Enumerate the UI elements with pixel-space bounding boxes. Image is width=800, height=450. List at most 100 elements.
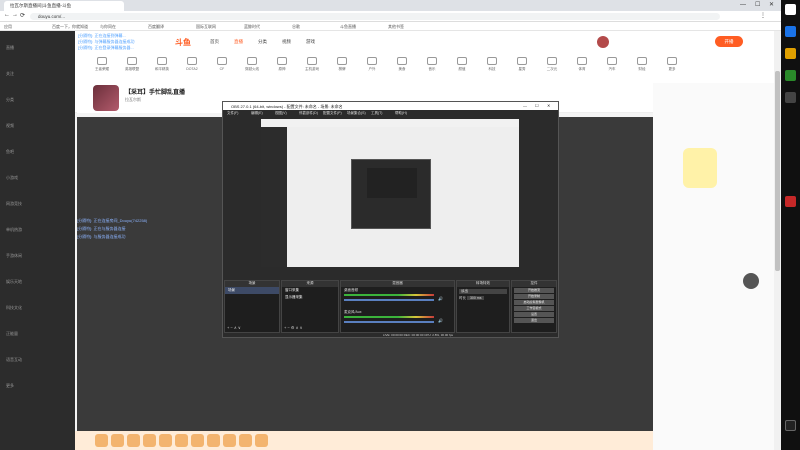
gift-icon[interactable] <box>255 434 268 447</box>
category-item[interactable]: 财经 <box>631 57 653 72</box>
gift-icon[interactable] <box>223 434 236 447</box>
app2-taskbar-icon[interactable] <box>785 196 796 207</box>
scene-item[interactable]: 场景 <box>225 287 279 294</box>
obs-menu-item[interactable]: 配置文件(P) <box>323 111 342 116</box>
volume-slider[interactable] <box>344 299 434 301</box>
sidebar-item[interactable]: 视频 <box>6 123 14 129</box>
sidebar-item[interactable]: 更多 <box>6 383 14 389</box>
bookmark-item[interactable]: 蓝鲸时代 <box>244 24 260 30</box>
reload-icon[interactable]: ⟳ <box>20 12 25 19</box>
obs-menu-item[interactable]: 场景集合(S) <box>347 111 366 116</box>
category-item[interactable]: 汽车 <box>601 57 623 72</box>
obs-control-button[interactable]: 设置 <box>514 312 554 317</box>
logo[interactable]: 斗鱼 <box>175 37 191 48</box>
gift-icon[interactable] <box>159 434 172 447</box>
app-taskbar-icon[interactable] <box>785 70 796 81</box>
gift-icon[interactable] <box>143 434 156 447</box>
streamer-avatar[interactable] <box>93 85 119 111</box>
bookmark-item[interactable]: 百度翻译 <box>148 24 164 30</box>
category-item[interactable]: 户外 <box>361 57 383 72</box>
bookmark-item[interactable]: 百度一下，你就知道 <box>52 24 88 30</box>
top-nav-item[interactable]: 直播 <box>234 39 243 45</box>
sidebar-item[interactable]: 关注 <box>6 71 14 77</box>
obs-menu-item[interactable]: 视图(V) <box>275 111 287 116</box>
gift-icon[interactable] <box>191 434 204 447</box>
browser-taskbar-icon[interactable] <box>785 26 796 37</box>
top-nav-item[interactable]: 视频 <box>282 39 291 45</box>
sidebar-item[interactable]: 直播 <box>6 45 14 51</box>
obs-control-button[interactable]: 开始推流 <box>514 288 554 293</box>
obs-control-button[interactable]: 开始录制 <box>514 294 554 299</box>
url-input[interactable]: douyu.com/... <box>30 13 720 20</box>
obs-minimize-icon[interactable]: — <box>523 103 527 108</box>
back-icon[interactable]: ← <box>4 12 10 18</box>
obs-control-button[interactable]: 工作室模式 <box>514 306 554 311</box>
bookmark-item[interactable]: 其他书签 <box>388 24 404 30</box>
category-item[interactable]: 二次元 <box>541 57 563 72</box>
category-item[interactable]: 穿越火线 <box>241 57 263 72</box>
bookmark-item[interactable]: 斗鱼直播 <box>340 24 356 30</box>
source-item[interactable]: 窗口采集 <box>282 287 338 294</box>
category-item[interactable]: 科技 <box>481 57 503 72</box>
close-icon[interactable]: ✕ <box>769 1 774 8</box>
category-item[interactable]: 更多 <box>661 57 683 72</box>
start-stream-button[interactable]: 开播 <box>715 36 743 47</box>
category-item[interactable]: 星秀 <box>511 57 533 72</box>
gift-icon[interactable] <box>175 434 188 447</box>
top-nav-item[interactable]: 分类 <box>258 39 267 45</box>
scroll-thumb[interactable] <box>775 71 780 271</box>
menu-icon[interactable]: ⋮ <box>760 12 766 19</box>
avatar[interactable] <box>597 36 609 48</box>
obs-menu-item[interactable]: 帮助(H) <box>395 111 407 116</box>
transition-select[interactable]: 淡出 <box>459 289 507 294</box>
obs-menu-item[interactable]: 停靠部件(D) <box>299 111 318 116</box>
chat-float-button[interactable] <box>743 273 759 289</box>
gift-icon[interactable] <box>111 434 124 447</box>
minimize-icon[interactable]: — <box>740 2 746 8</box>
maximize-icon[interactable]: ☐ <box>755 1 760 8</box>
obs-control-button[interactable]: 启动虚拟摄像机 <box>514 300 554 305</box>
folder-taskbar-icon[interactable] <box>785 48 796 59</box>
source-item[interactable]: 显示器采集 <box>282 294 338 301</box>
bookmark-item[interactable]: 谷歌 <box>292 24 300 30</box>
obs-maximize-icon[interactable]: ☐ <box>535 103 539 108</box>
speaker-icon[interactable]: 🔊 <box>438 318 443 323</box>
sidebar-item[interactable]: 分类 <box>6 97 14 103</box>
category-item[interactable]: 和平精英 <box>151 57 173 72</box>
gift-icon[interactable] <box>239 434 252 447</box>
sidebar-item[interactable]: 鱼吧 <box>6 149 14 155</box>
sidebar-item[interactable]: 小游戏 <box>6 175 18 181</box>
gift-icon[interactable] <box>95 434 108 447</box>
category-item[interactable]: 原神 <box>271 57 293 72</box>
category-item[interactable]: 音乐 <box>421 57 443 72</box>
gift-icon[interactable] <box>127 434 140 447</box>
speaker-icon[interactable]: 🔊 <box>438 296 443 301</box>
obs-taskbar-icon[interactable] <box>785 92 796 103</box>
category-item[interactable]: 颜值 <box>451 57 473 72</box>
top-nav-item[interactable]: 游戏 <box>306 39 315 45</box>
category-item[interactable]: 美食 <box>391 57 413 72</box>
category-item[interactable]: 王者荣耀 <box>91 57 113 72</box>
obs-control-button[interactable]: 退出 <box>514 318 554 323</box>
top-nav-item[interactable]: 首页 <box>210 39 219 45</box>
sources-add-remove[interactable]: + − ⚙ ∧ ∨ <box>284 325 303 330</box>
category-item[interactable]: 体育 <box>571 57 593 72</box>
obs-menu-item[interactable]: 编辑(E) <box>251 111 263 116</box>
notification-icon[interactable] <box>785 420 796 431</box>
sidebar-item[interactable]: 网游竞技 <box>6 201 22 207</box>
sidebar-item[interactable]: 正能量 <box>6 331 18 337</box>
obs-menu-item[interactable]: 工具(T) <box>371 111 382 116</box>
streamer-name[interactable]: 拉瓦尔斯 <box>125 97 141 103</box>
bookmark-item[interactable]: 应用 <box>4 24 12 30</box>
sidebar-item[interactable]: 娱乐天地 <box>6 279 22 285</box>
category-item[interactable]: 棋牌 <box>331 57 353 72</box>
volume-slider[interactable] <box>344 321 434 323</box>
category-item[interactable]: DOTA2 <box>181 57 203 71</box>
page-scrollbar[interactable] <box>774 31 781 450</box>
start-icon[interactable] <box>785 4 796 15</box>
browser-tab[interactable]: 拉瓦尔斯直播间|斗鱼直播-斗鱼 <box>4 1 124 11</box>
bookmark-item[interactable]: 国际互联网 <box>196 24 216 30</box>
bookmark-item[interactable]: 与你同在 <box>100 24 116 30</box>
obs-menu-item[interactable]: 文件(F) <box>227 111 238 116</box>
category-item[interactable]: 主机游戏 <box>301 57 323 72</box>
